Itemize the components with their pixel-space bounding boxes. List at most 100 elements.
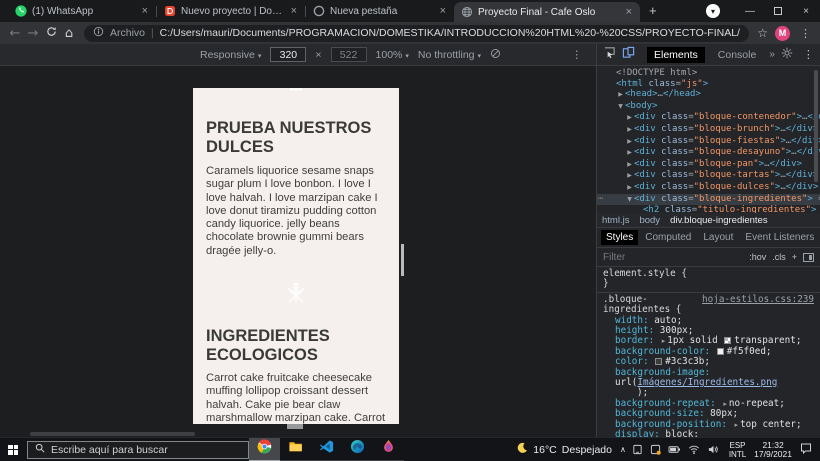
browser-menu-icon[interactable]: ⋮ (797, 27, 814, 40)
expand-arrow-icon[interactable]: ▸ (662, 337, 666, 345)
profile-avatar[interactable]: M (775, 26, 790, 41)
edge-taskbar-button[interactable] (342, 438, 373, 461)
tree-caret-icon[interactable]: ▶ (616, 90, 625, 101)
info-icon[interactable] (93, 25, 104, 42)
taskbar-search-input[interactable]: Escribe aquí para buscar (27, 441, 249, 459)
device-toolbar-toggle-icon[interactable] (622, 46, 635, 64)
tree-node[interactable]: ▶<div class="bloque-desayuno">…</div> (597, 147, 820, 159)
stage-horizontal-scrollbar[interactable] (30, 432, 195, 436)
tree-caret-icon[interactable]: ▶ (625, 160, 634, 171)
tree-node[interactable]: <!DOCTYPE html> (597, 68, 820, 79)
styles-filter-input[interactable]: Filter (603, 252, 743, 263)
tab-close-icon[interactable]: × (141, 5, 149, 17)
devtools-tab-elements[interactable]: Elements (647, 47, 705, 63)
tree-caret-icon[interactable]: ▶ (625, 113, 634, 124)
devtools-scrollbar[interactable] (814, 70, 818, 182)
tree-node[interactable]: ▶<div class="bloque-tartas">…</div> (597, 170, 820, 182)
tab-1[interactable]: (1) WhatsApp× (8, 0, 156, 22)
tree-node[interactable]: <html class="js"> (597, 79, 820, 90)
minimize-button[interactable]: — (736, 0, 764, 22)
css-selector[interactable]: .bloque-ingredientes { (603, 295, 698, 316)
sidebar-tab-styles[interactable]: Styles (601, 230, 638, 245)
viewport-height-input[interactable]: 522 (331, 47, 367, 62)
sidebar-tab-computed[interactable]: Computed (640, 230, 696, 245)
tree-caret-icon[interactable]: ▶ (625, 125, 634, 136)
bookmark-icon[interactable]: ☆ (757, 26, 768, 40)
sidebar-tab-layout[interactable]: Layout (698, 230, 738, 245)
reload-icon[interactable] (42, 26, 60, 41)
device-toolbar-menu-icon[interactable]: ⋮ (572, 49, 583, 61)
css-declaration[interactable]: display: block; (603, 430, 814, 437)
expand-arrow-icon[interactable]: ▸ (723, 400, 727, 408)
vscode-taskbar-button[interactable] (311, 438, 342, 461)
clock[interactable]: 21:3217/9/2021 (754, 441, 792, 459)
css-declaration[interactable]: background-image: url(Imágenes/Ingredien… (603, 368, 814, 399)
wifi-icon[interactable] (688, 444, 700, 455)
tab-search-icon[interactable]: ▾ (706, 4, 720, 18)
back-icon[interactable]: ← (6, 26, 24, 41)
close-button[interactable]: × (792, 0, 820, 22)
address-bar[interactable]: Archivo | C:/Users/mauri/Documents/PROGR… (84, 25, 749, 42)
expand-arrow-icon[interactable]: ▸ (735, 421, 739, 429)
pseudo-state-button[interactable]: :hov (749, 252, 766, 262)
devtools-tab-console[interactable]: Console (711, 47, 764, 63)
tree-node[interactable]: ▶<div class="bloque-contenedor">…</div> (597, 112, 820, 124)
tab-close-icon[interactable]: × (625, 6, 633, 18)
sidebar-tab-event-listeners[interactable]: Event Listeners (740, 230, 819, 245)
tray-chevron-icon[interactable]: ∧ (620, 445, 626, 454)
settings-gear-icon[interactable] (781, 46, 793, 64)
color-swatch[interactable] (724, 337, 731, 344)
class-toggle-button[interactable]: .cls (772, 252, 786, 262)
tree-caret-icon[interactable]: ▶ (625, 148, 634, 159)
new-tab-button[interactable]: + (640, 0, 666, 22)
tablet-icon[interactable] (632, 444, 643, 455)
notification-center-icon[interactable] (800, 441, 812, 459)
battery-icon[interactable] (668, 444, 681, 455)
viewport-width-input[interactable]: 320 (270, 47, 306, 62)
throttling-select[interactable]: No throttling▾ (418, 49, 481, 61)
page-vertical-scrollbar[interactable] (401, 244, 404, 276)
tree-node[interactable]: ▶<div class="bloque-fiestas">…</div> (597, 136, 820, 148)
home-icon[interactable]: ⌂ (60, 26, 78, 41)
color-swatch[interactable] (717, 348, 724, 355)
tree-caret-icon[interactable]: ▼ (625, 195, 634, 206)
app-badge-icon[interactable] (650, 444, 661, 455)
css-rule-block[interactable]: .bloque-ingredientes { hoja-estilos.css:… (597, 293, 820, 437)
zoom-select[interactable]: 100%▾ (376, 49, 409, 61)
tree-node[interactable]: ▶<div class="bloque-dulces">…</div> (597, 182, 820, 194)
tree-caret-icon[interactable]: ▶ (625, 137, 634, 148)
computed-panel-toggle-icon[interactable] (803, 253, 814, 262)
inspect-icon[interactable] (603, 46, 616, 64)
tree-node[interactable]: <h2 class="titulo-ingredientes"> (597, 205, 820, 213)
tree-node[interactable]: ▶<div class="bloque-brunch">…</div> (597, 124, 820, 136)
stylesheet-link[interactable]: hoja-estilos.css:239 (702, 295, 814, 316)
tab-3[interactable]: Nueva pestaña× (306, 0, 454, 22)
breadcrumb-item[interactable]: html.js (597, 215, 634, 226)
resource-link[interactable]: Imágenes/Ingredientes.png (637, 377, 777, 388)
element-style-block[interactable]: element.style { } (597, 267, 820, 293)
flame-taskbar-button[interactable] (373, 438, 404, 461)
tree-node[interactable]: ▶<head>…</head> (597, 89, 820, 101)
speaker-icon[interactable] (707, 444, 719, 455)
tab-close-icon[interactable]: × (439, 5, 447, 17)
folder-taskbar-button[interactable] (280, 438, 311, 461)
devtools-menu-icon[interactable]: ⋮ (800, 48, 817, 61)
new-style-rule-button[interactable]: + (792, 252, 797, 262)
url-text[interactable]: C:/Users/mauri/Documents/PROGRAMACION/DO… (160, 27, 741, 39)
tree-caret-icon[interactable]: ▼ (616, 102, 625, 113)
tree-caret-icon[interactable]: ▶ (625, 183, 634, 194)
chrome-taskbar-button[interactable] (249, 438, 280, 461)
forward-icon[interactable]: → (24, 26, 42, 41)
weather-widget[interactable]: 16°C Despejado (516, 442, 612, 457)
device-mode-select[interactable]: Responsive▾ (200, 49, 261, 61)
tree-node[interactable]: ▼<body> (597, 101, 820, 113)
start-button[interactable] (0, 438, 26, 461)
language-indicator[interactable]: ESPINTL (729, 441, 746, 459)
more-tabs-icon[interactable]: » (769, 49, 775, 60)
maximize-button[interactable] (764, 0, 792, 22)
tree-node[interactable]: ▶<div class="bloque-pan">…</div> (597, 159, 820, 171)
tab-close-icon[interactable]: × (290, 5, 298, 17)
page-horizontal-scrollbar[interactable] (287, 424, 303, 429)
selected-tree-node[interactable]: ⋯▼<div class="bloque-ingredientes"> == $… (597, 194, 820, 206)
breadcrumb-item[interactable]: body (634, 215, 665, 226)
